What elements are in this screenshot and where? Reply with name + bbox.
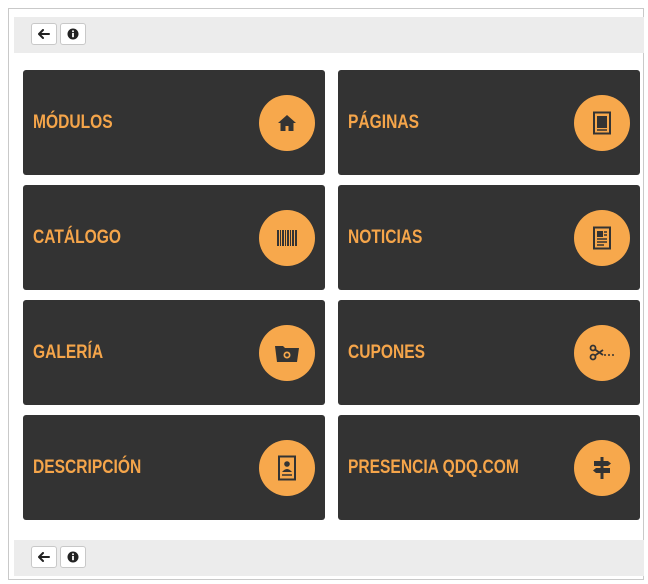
- tile-modulos[interactable]: MÓDULOS: [23, 70, 325, 175]
- arrow-left-icon: [38, 552, 50, 562]
- info-button[interactable]: [60, 23, 86, 45]
- info-circle-icon: [67, 28, 79, 40]
- scissors-icon: [574, 324, 630, 381]
- tile-label: PÁGINAS: [348, 111, 419, 133]
- news-icon: [574, 209, 630, 266]
- tile-label: MÓDULOS: [33, 111, 113, 133]
- info-button[interactable]: [60, 546, 86, 568]
- arrow-left-icon: [38, 29, 50, 39]
- profile-card-icon: [259, 439, 315, 496]
- back-button[interactable]: [31, 23, 57, 45]
- info-circle-icon: [67, 551, 79, 563]
- tile-cupones[interactable]: CUPONES: [338, 300, 640, 405]
- tile-noticias[interactable]: NOTICIAS: [338, 185, 640, 290]
- tile-label: DESCRIPCIÓN: [33, 456, 142, 478]
- tile-label: GALERÍA: [33, 341, 104, 363]
- tile-descripcion[interactable]: DESCRIPCIÓN: [23, 415, 325, 520]
- tile-label: CUPONES: [348, 341, 426, 363]
- camera-folder-icon: [259, 324, 315, 381]
- tile-label: PRESENCIA QDQ.COM: [348, 456, 519, 478]
- tile-presencia-qdq[interactable]: PRESENCIA QDQ.COM: [338, 415, 640, 520]
- barcode-icon: [259, 209, 315, 266]
- tile-paginas[interactable]: PÁGINAS: [338, 70, 640, 175]
- signpost-icon: [574, 439, 630, 496]
- tile-label: CATÁLOGO: [33, 226, 121, 248]
- tile-catalogo[interactable]: CATÁLOGO: [23, 185, 325, 290]
- tile-galeria[interactable]: GALERÍA: [23, 300, 325, 405]
- top-toolbar: [14, 17, 644, 53]
- page-icon: [574, 94, 630, 151]
- bottom-toolbar: [14, 540, 644, 576]
- tile-label: NOTICIAS: [348, 226, 423, 248]
- home-icon: [259, 94, 315, 151]
- back-button[interactable]: [31, 546, 57, 568]
